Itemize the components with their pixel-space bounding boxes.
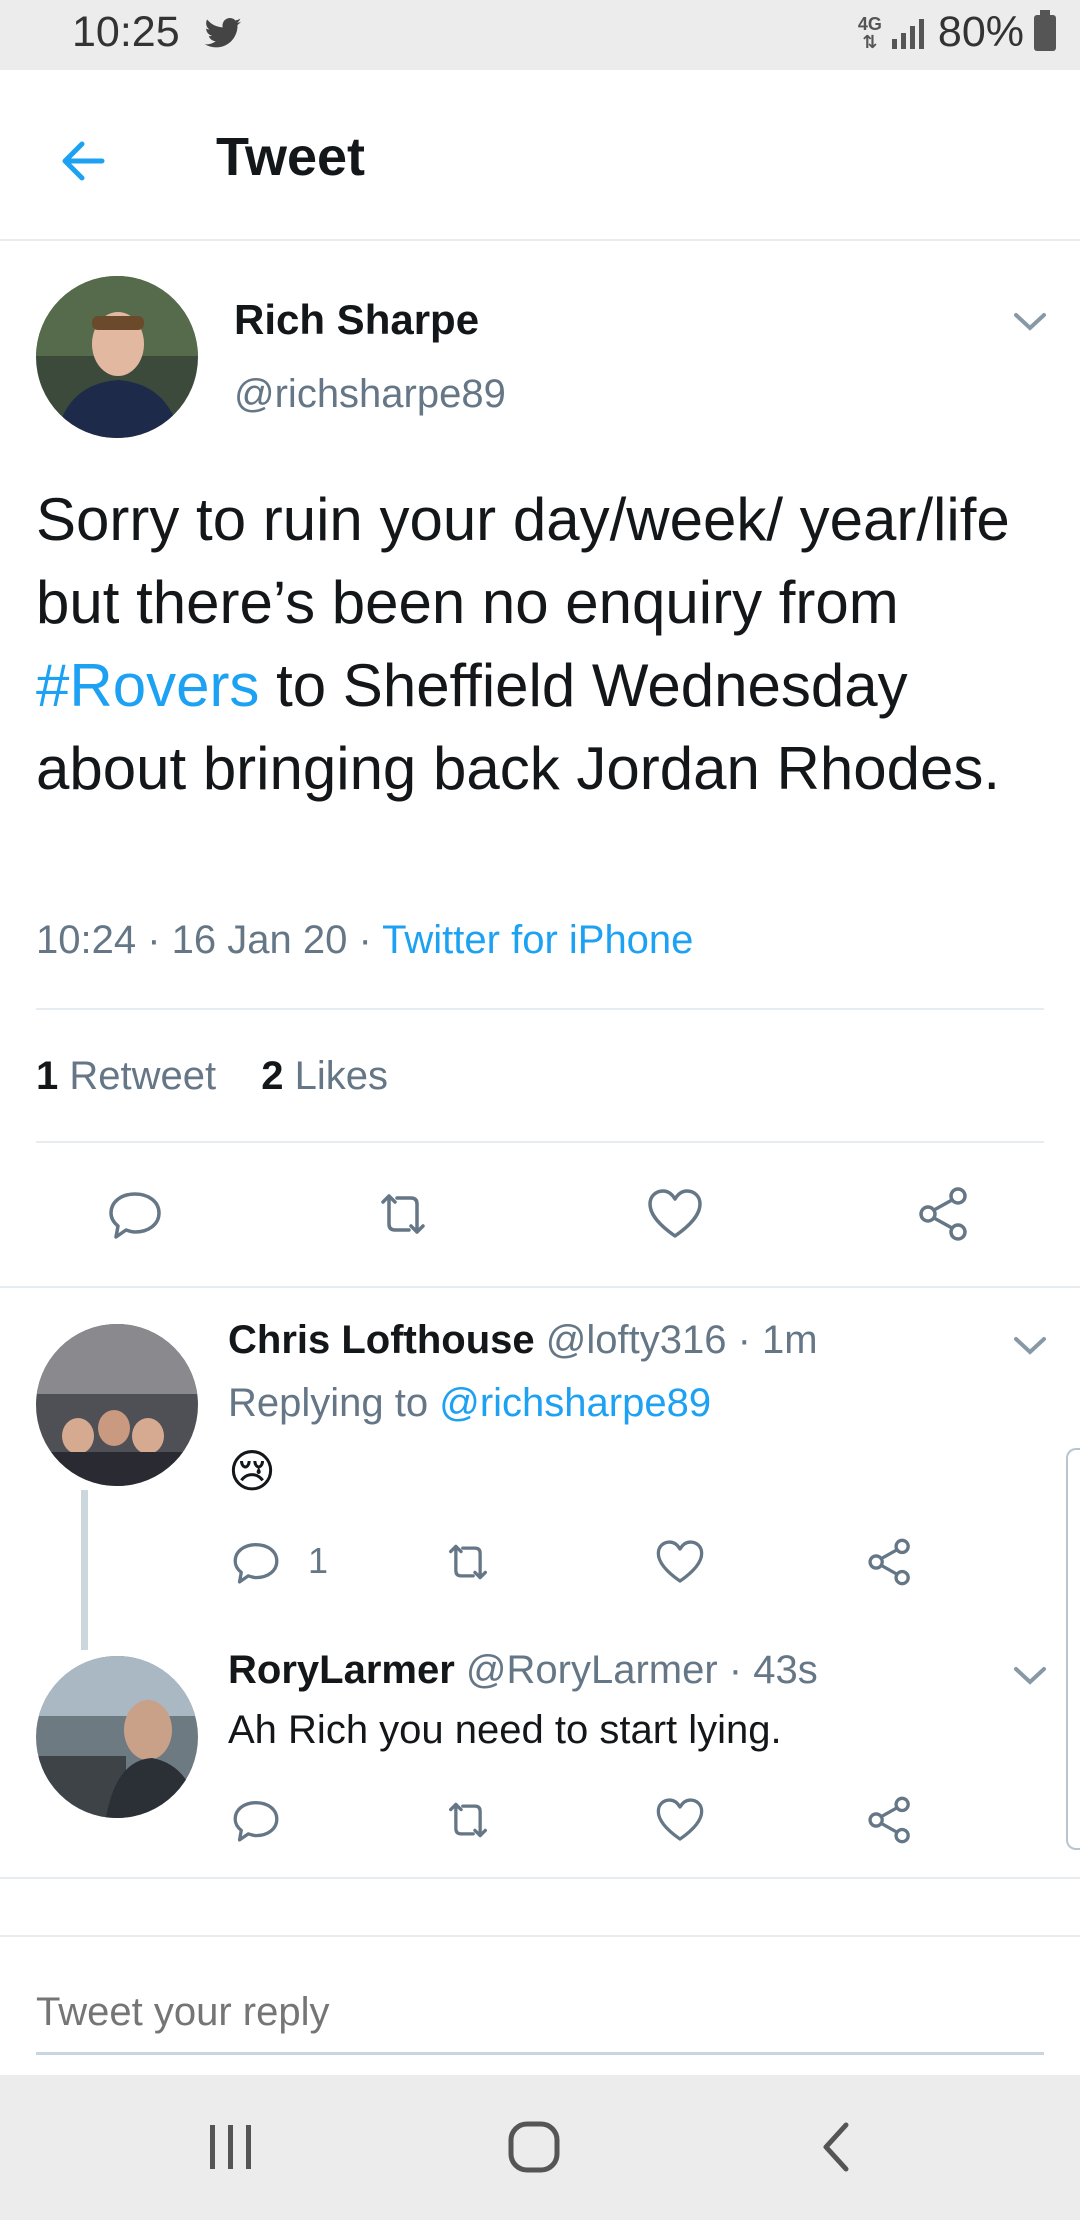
reply-time: · 43s xyxy=(717,1648,818,1692)
recent-apps-icon[interactable] xyxy=(206,2121,256,2173)
replying-to-link[interactable]: @richsharpe89 xyxy=(439,1381,711,1425)
replying-to-label: Replying to xyxy=(228,1381,440,1425)
network-indicator: 4G ⇅ xyxy=(857,13,882,52)
back-nav-icon[interactable] xyxy=(816,2119,856,2175)
scrollbar[interactable] xyxy=(1066,1448,1080,1850)
likes-stat[interactable]: 2 Likes xyxy=(261,1054,388,1098)
reply-time: · 1m xyxy=(726,1318,818,1362)
chevron-down-icon[interactable] xyxy=(1010,306,1050,336)
tweet-text-part: Sorry to ruin your day/week/ year/life b… xyxy=(36,486,1010,636)
divider xyxy=(36,1008,1044,1010)
back-arrow-icon[interactable] xyxy=(48,126,118,196)
reply-header: RoryLarmer @RoryLarmer · 43s xyxy=(228,1648,818,1693)
tweet-text: Sorry to ruin your day/week/ year/life b… xyxy=(36,478,1036,810)
home-icon[interactable] xyxy=(506,2119,562,2175)
divider xyxy=(36,1141,1044,1143)
share-icon[interactable] xyxy=(914,1184,974,1244)
status-right: 4G ⇅ 80% xyxy=(858,8,1056,57)
twitter-bird-icon xyxy=(204,18,242,48)
chevron-down-icon[interactable] xyxy=(1010,1330,1050,1360)
reply-avatar[interactable] xyxy=(36,1324,198,1486)
top-app-bar: Tweet xyxy=(0,70,1080,241)
reply-author-name[interactable]: RoryLarmer xyxy=(228,1648,455,1692)
tweet-timestamp: 10:24 · 16 Jan 20 · xyxy=(36,918,383,962)
like-icon[interactable] xyxy=(654,1536,706,1588)
chevron-down-icon[interactable] xyxy=(1010,1660,1050,1690)
share-icon[interactable] xyxy=(864,1536,916,1588)
engagement-stats: 1 Retweet 2 Likes xyxy=(36,1054,388,1099)
retweet-icon[interactable] xyxy=(442,1536,494,1588)
reply-author-name[interactable]: Chris Lofthouse xyxy=(228,1318,535,1362)
divider xyxy=(0,1935,1080,1937)
battery-percent: 80% xyxy=(937,8,1024,56)
system-nav-bar xyxy=(0,2075,1080,2220)
tweet-source-link[interactable]: Twitter for iPhone xyxy=(382,918,693,962)
reply-text: 😢 xyxy=(228,1445,276,1497)
retweet-icon[interactable] xyxy=(442,1794,494,1846)
retweet-icon[interactable] xyxy=(373,1184,433,1244)
avatar-image xyxy=(36,276,198,438)
tweet-meta: 10:24 · 16 Jan 20 · Twitter for iPhone xyxy=(36,918,693,963)
author-avatar[interactable] xyxy=(36,276,198,438)
share-icon[interactable] xyxy=(864,1794,916,1846)
battery-icon xyxy=(1034,9,1056,51)
retweet-stat[interactable]: 1 Retweet xyxy=(36,1054,216,1098)
reply-author-handle[interactable]: @lofty316 xyxy=(546,1318,727,1362)
signal-icon xyxy=(891,18,924,49)
reply-text: Ah Rich you need to start lying. xyxy=(228,1708,782,1752)
divider xyxy=(0,1877,1080,1879)
like-icon[interactable] xyxy=(654,1794,706,1846)
reply-icon[interactable] xyxy=(105,1184,165,1244)
like-icon[interactable] xyxy=(645,1184,705,1244)
reply-compose-input[interactable] xyxy=(36,1972,1044,2055)
reply-header: Chris Lofthouse @lofty316 · 1m xyxy=(228,1318,818,1363)
reply-avatar[interactable] xyxy=(36,1656,198,1818)
reply-icon[interactable] xyxy=(230,1794,282,1846)
author-name[interactable]: Rich Sharpe xyxy=(234,296,479,344)
reply-author-handle[interactable]: @RoryLarmer xyxy=(466,1648,718,1692)
reply-icon[interactable] xyxy=(230,1536,282,1588)
status-time: 10:25 xyxy=(72,8,180,56)
page-title: Tweet xyxy=(216,127,366,187)
hashtag-link[interactable]: #Rovers xyxy=(36,652,259,719)
avatar-image xyxy=(36,1656,198,1818)
divider xyxy=(0,1286,1080,1288)
status-bar: 10:25 4G ⇅ 80% xyxy=(0,0,1080,70)
replying-to: Replying to @richsharpe89 xyxy=(228,1381,711,1426)
author-handle[interactable]: @richsharpe89 xyxy=(234,372,506,417)
thread-connector-line xyxy=(81,1490,88,1650)
avatar-image xyxy=(36,1324,198,1486)
reply-count: 1 xyxy=(308,1540,329,1581)
